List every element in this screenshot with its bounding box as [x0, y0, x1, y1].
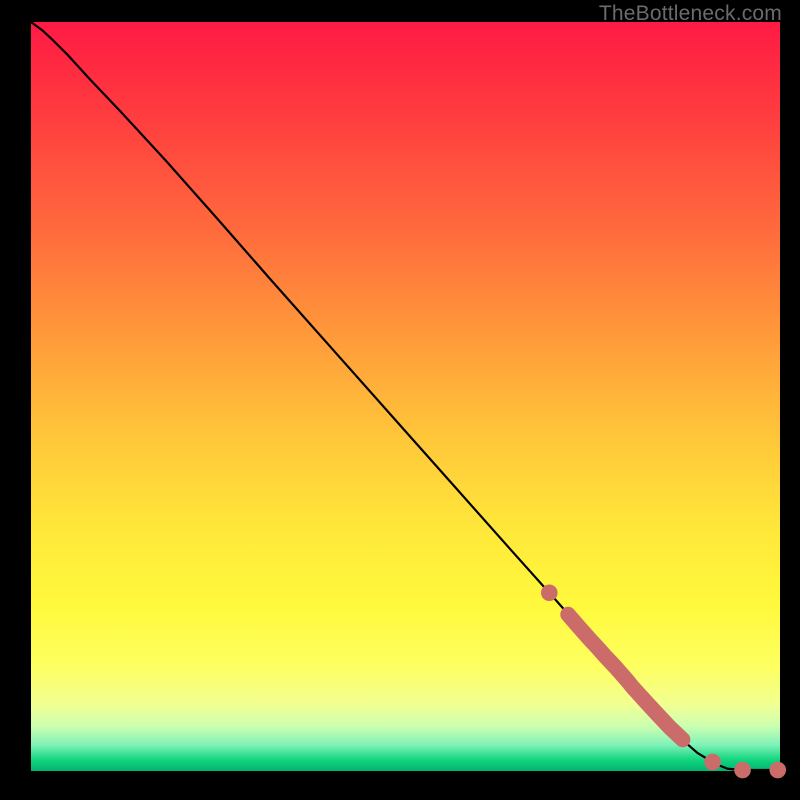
chart-stage: TheBottleneck.com: [0, 0, 800, 800]
watermark-text: TheBottleneck.com: [599, 2, 782, 26]
chart-plot-area: [31, 22, 780, 771]
